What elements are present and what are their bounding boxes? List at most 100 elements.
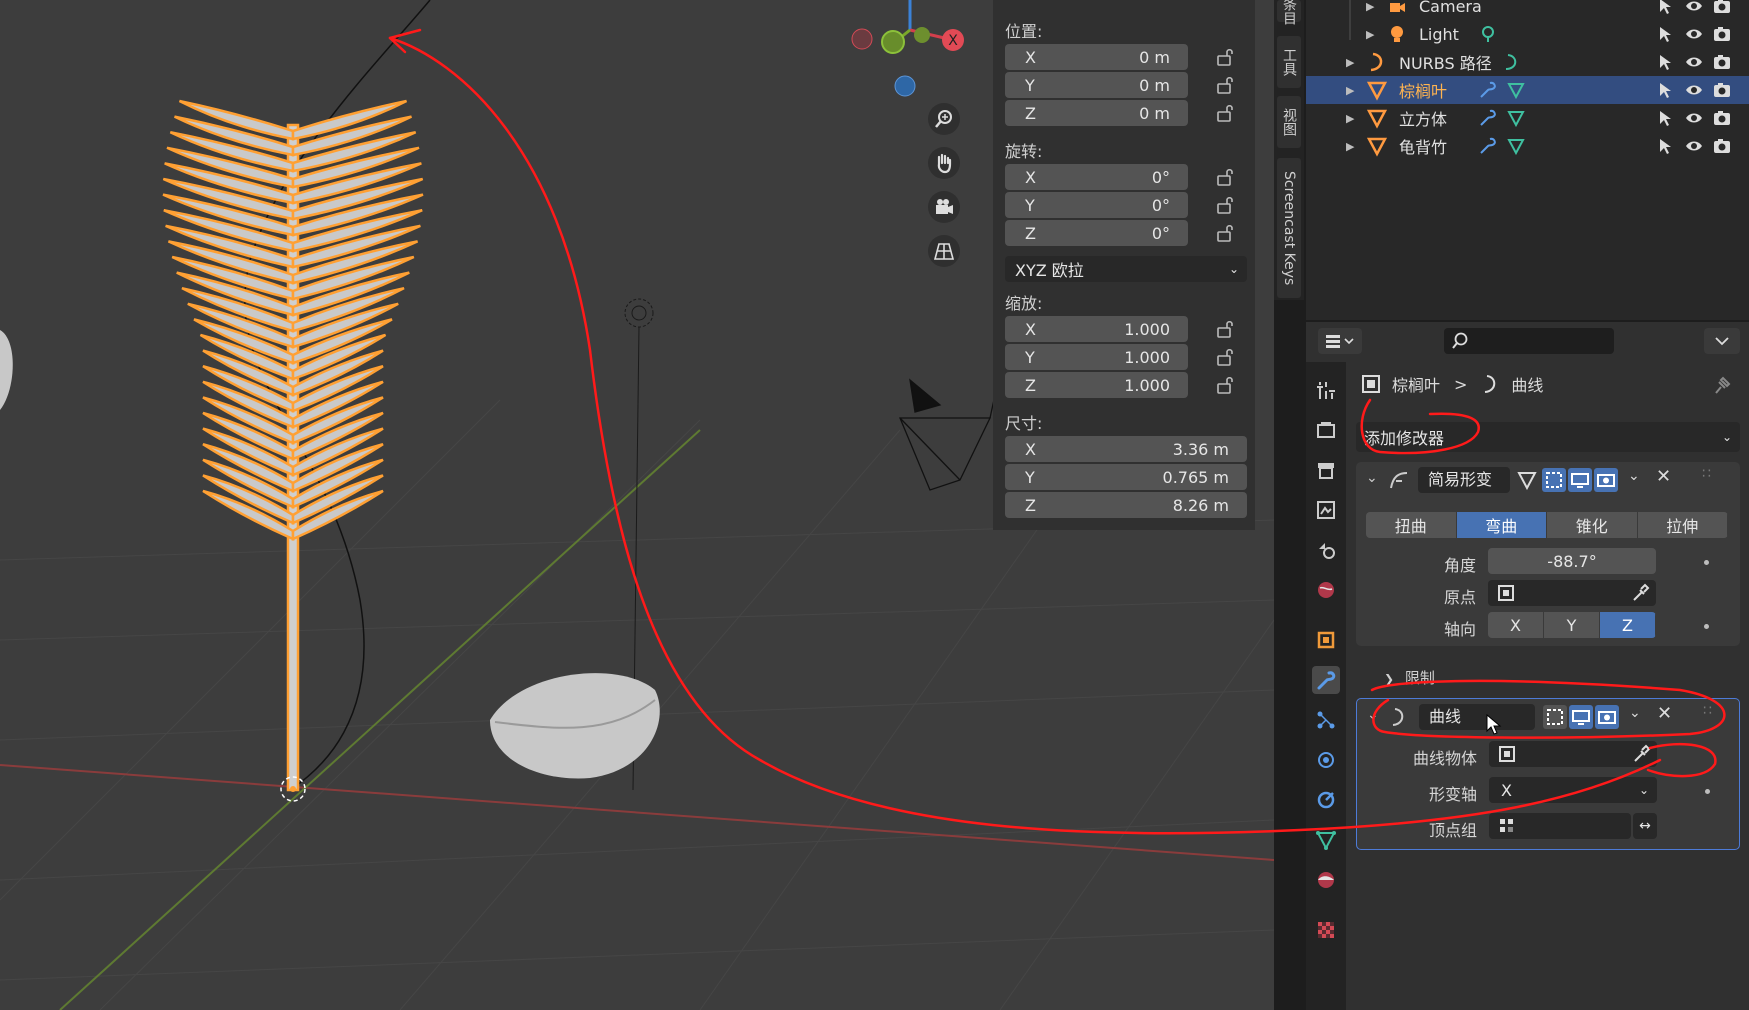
- wrench-icon[interactable]: [1478, 136, 1498, 156]
- lock-icon[interactable]: [1215, 375, 1237, 395]
- navigation-gizmo[interactable]: X: [840, 0, 980, 110]
- particles-properties-tab[interactable]: [1312, 706, 1340, 734]
- wrench-icon[interactable]: [1478, 80, 1498, 100]
- add-modifier-dropdown[interactable]: 添加修改器 ⌄: [1356, 422, 1740, 452]
- eyedropper-icon[interactable]: [1630, 583, 1650, 603]
- expand-arrow-icon[interactable]: ▶: [1346, 84, 1354, 97]
- render-camera-icon[interactable]: [1712, 136, 1732, 156]
- object-properties-tab[interactable]: [1312, 626, 1340, 654]
- rotation-x-field[interactable]: X 0°: [1005, 164, 1188, 190]
- lock-icon[interactable]: [1215, 47, 1237, 67]
- lock-icon[interactable]: [1215, 347, 1237, 367]
- curve-data-icon[interactable]: [1502, 52, 1522, 72]
- eye-icon[interactable]: [1684, 136, 1704, 156]
- expand-arrow-icon[interactable]: ▶: [1346, 112, 1354, 125]
- render-toggle[interactable]: [1595, 705, 1619, 729]
- origin-object-field[interactable]: [1488, 580, 1656, 606]
- wrench-icon[interactable]: [1478, 108, 1498, 128]
- limits-subpanel-header[interactable]: ❯ 限制: [1384, 667, 1435, 688]
- constraints-properties-tab[interactable]: [1312, 786, 1340, 814]
- mesh-data-icon[interactable]: [1506, 136, 1526, 156]
- select-arrow-icon[interactable]: [1656, 24, 1676, 44]
- lock-icon[interactable]: [1215, 75, 1237, 95]
- deform-mode-option[interactable]: 拉伸: [1637, 512, 1728, 538]
- editor-type-button[interactable]: [1318, 328, 1362, 354]
- eye-icon[interactable]: [1684, 80, 1704, 100]
- dimensions-y-field[interactable]: Y 0.765 m: [1005, 464, 1247, 490]
- material-properties-tab[interactable]: [1312, 866, 1340, 894]
- select-arrow-icon[interactable]: [1656, 52, 1676, 72]
- dimensions-z-field[interactable]: Z 8.26 m: [1005, 492, 1247, 518]
- render-properties-tab[interactable]: [1312, 416, 1340, 444]
- location-z-field[interactable]: Z 0 m: [1005, 100, 1188, 126]
- drag-handle-icon[interactable]: ∷: [1703, 703, 1712, 719]
- deform-axis-option[interactable]: Y: [1544, 612, 1600, 638]
- close-icon[interactable]: ✕: [1656, 466, 1671, 487]
- collapse-chevron-icon[interactable]: ⌄: [1366, 470, 1378, 486]
- scale-z-field[interactable]: Z 1.000: [1005, 372, 1188, 398]
- expand-arrow-icon[interactable]: ▶: [1366, 0, 1374, 13]
- select-arrow-icon[interactable]: [1656, 80, 1676, 100]
- physics-properties-tab[interactable]: [1312, 746, 1340, 774]
- tool-properties-tab[interactable]: [1312, 376, 1340, 404]
- tab-item[interactable]: 条目: [1277, 0, 1301, 25]
- select-arrow-icon[interactable]: [1656, 0, 1676, 16]
- render-camera-icon[interactable]: [1712, 0, 1732, 16]
- scale-y-field[interactable]: Y 1.000: [1005, 344, 1188, 370]
- lock-icon[interactable]: [1215, 167, 1237, 187]
- deform-mode-option[interactable]: 扭曲: [1366, 512, 1457, 538]
- deform-mode-option[interactable]: 弯曲: [1456, 512, 1547, 538]
- outliner-row[interactable]: ▶ Camera: [1306, 0, 1749, 20]
- tab-tool[interactable]: 工具: [1277, 36, 1301, 88]
- output-properties-tab[interactable]: [1312, 456, 1340, 484]
- data-properties-tab[interactable]: [1312, 826, 1340, 854]
- expand-arrow-icon[interactable]: ▶: [1346, 140, 1354, 153]
- outliner-row[interactable]: ▶ 龟背竹: [1306, 132, 1749, 160]
- viewport-toggle[interactable]: [1569, 705, 1593, 729]
- outliner-row[interactable]: ▶ NURBS 路径: [1306, 48, 1749, 76]
- eye-icon[interactable]: [1684, 0, 1704, 16]
- deform-axis-option[interactable]: X: [1488, 612, 1544, 638]
- render-camera-icon[interactable]: [1712, 108, 1732, 128]
- light-data-icon[interactable]: [1478, 24, 1498, 44]
- viewport-toggle[interactable]: [1568, 468, 1592, 492]
- editmode-toggle[interactable]: [1543, 705, 1567, 729]
- properties-search-input[interactable]: [1444, 328, 1614, 354]
- render-camera-icon[interactable]: [1712, 52, 1732, 72]
- zoom-icon[interactable]: [928, 103, 960, 135]
- render-camera-icon[interactable]: [1712, 24, 1732, 44]
- pin-icon[interactable]: [1711, 374, 1733, 400]
- keyframe-dot-icon[interactable]: [1704, 624, 1709, 629]
- texture-properties-tab[interactable]: [1312, 916, 1340, 944]
- expand-arrow-icon[interactable]: ▶: [1366, 28, 1374, 41]
- rotation-z-field[interactable]: Z 0°: [1005, 220, 1188, 246]
- mesh-data-icon[interactable]: [1506, 108, 1526, 128]
- location-y-field[interactable]: Y 0 m: [1005, 72, 1188, 98]
- lock-icon[interactable]: [1215, 223, 1237, 243]
- angle-field[interactable]: -88.7°: [1488, 548, 1656, 574]
- view-layer-properties-tab[interactable]: [1312, 496, 1340, 524]
- lock-icon[interactable]: [1215, 195, 1237, 215]
- pan-hand-icon[interactable]: [928, 147, 960, 179]
- modifier-properties-tab[interactable]: [1312, 666, 1340, 694]
- vertex-group-field[interactable]: [1489, 813, 1631, 839]
- lock-icon[interactable]: [1215, 319, 1237, 339]
- editmode-toggle[interactable]: [1542, 468, 1566, 492]
- eye-icon[interactable]: [1684, 108, 1704, 128]
- eye-icon[interactable]: [1684, 24, 1704, 44]
- expand-arrow-icon[interactable]: ▶: [1346, 56, 1354, 69]
- outliner-row[interactable]: ▶ Light: [1306, 20, 1749, 48]
- select-arrow-icon[interactable]: [1656, 136, 1676, 156]
- keyframe-dot-icon[interactable]: [1705, 789, 1710, 794]
- chevron-down-icon[interactable]: ⌄: [1629, 705, 1641, 721]
- deform-mode-option[interactable]: 锥化: [1547, 512, 1638, 538]
- deform-axis-select[interactable]: X ⌄: [1489, 777, 1657, 803]
- curve-modifier-name-field[interactable]: 曲线: [1419, 704, 1535, 730]
- world-properties-tab[interactable]: [1312, 576, 1340, 604]
- collapse-chevron-icon[interactable]: ⌄: [1367, 707, 1379, 723]
- dimensions-x-field[interactable]: X 3.36 m: [1005, 436, 1247, 462]
- rotation-mode-select[interactable]: XYZ 欧拉 ⌄: [1005, 256, 1247, 282]
- rotation-y-field[interactable]: Y 0°: [1005, 192, 1188, 218]
- curve-object-field[interactable]: [1489, 741, 1657, 767]
- perspective-grid-icon[interactable]: [928, 235, 960, 267]
